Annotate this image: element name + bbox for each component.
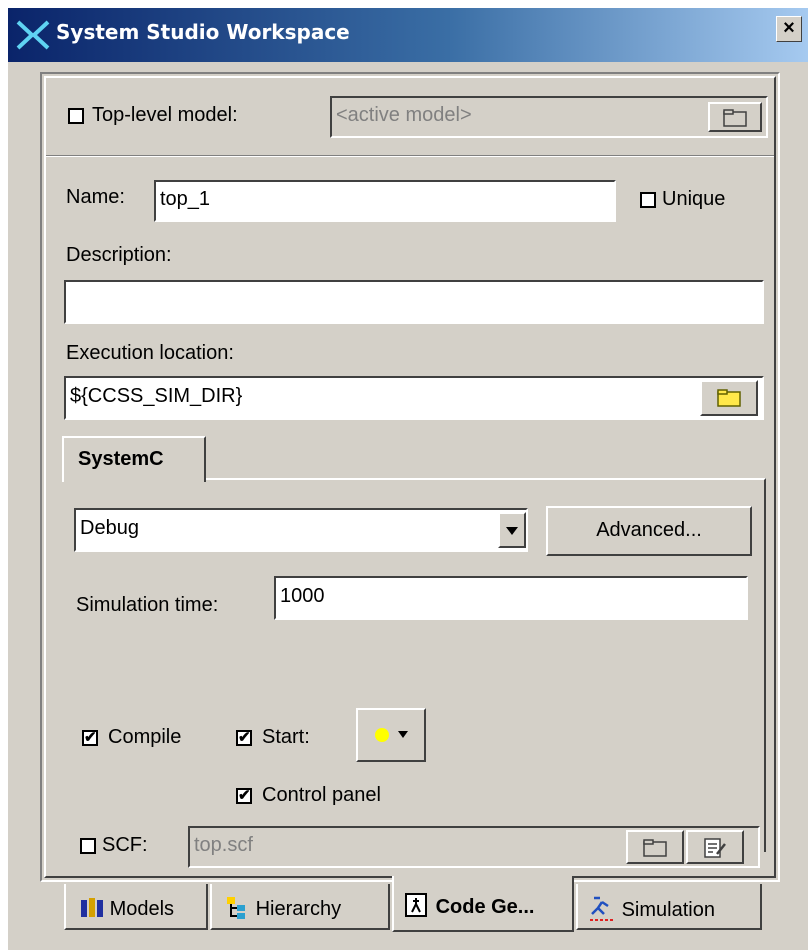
browse-model-button[interactable] [708, 102, 762, 132]
top-level-model-label: Top-level model: [92, 104, 238, 126]
start-checkbox[interactable]: ✔ [236, 730, 252, 746]
tab-models-label: Models [109, 898, 175, 920]
advanced-label: Advanced... [596, 519, 702, 541]
start-label: Start: [262, 726, 310, 748]
browse-location-button[interactable] [700, 380, 758, 416]
hierarchy-icon [227, 897, 245, 919]
execution-location-input[interactable]: ${CCSS_SIM_DIR} [64, 376, 764, 420]
simulation-time-value: 1000 [280, 585, 325, 607]
name-label: Name: [66, 186, 125, 208]
scf-edit-button[interactable] [686, 830, 744, 864]
unique-label: Unique [662, 188, 726, 210]
build-config-select[interactable]: Debug [74, 508, 528, 552]
app-logo-icon [16, 20, 50, 50]
scf-checkbox[interactable] [80, 838, 96, 854]
close-button[interactable]: × [776, 16, 802, 42]
tab-code-gen[interactable]: Code Ge... [392, 876, 574, 932]
top-level-model-placeholder: <active model> [336, 104, 472, 126]
top-level-model-field: <active model> [330, 96, 768, 138]
folder-icon [643, 839, 667, 857]
tab-systemc-label: SystemC [78, 448, 164, 470]
scf-label: SCF: [102, 834, 148, 856]
tab-systemc[interactable]: SystemC [62, 436, 206, 482]
build-config-dropdown-button[interactable] [498, 512, 526, 548]
simulation-icon [590, 896, 614, 921]
models-icon [81, 898, 103, 917]
compile-label: Compile [108, 726, 182, 748]
start-mode-button[interactable] [356, 708, 426, 762]
simulation-time-label: Simulation time: [76, 594, 219, 616]
status-light-icon [375, 728, 408, 742]
control-panel-checkbox[interactable]: ✔ [236, 788, 252, 804]
tab-simulation[interactable]: Simulation [576, 884, 762, 930]
description-label: Description: [66, 244, 172, 266]
chevron-down-icon [506, 527, 518, 535]
folder-icon [723, 109, 747, 127]
tab-simulation-label: Simulation [621, 899, 715, 921]
execution-location-label: Execution location: [66, 342, 234, 364]
compile-checkbox[interactable]: ✔ [82, 730, 98, 746]
edit-icon [704, 838, 726, 858]
top-level-model-checkbox[interactable] [68, 108, 84, 124]
control-panel-label: Control panel [262, 784, 381, 806]
name-input[interactable]: top_1 [154, 180, 616, 222]
description-input[interactable] [64, 280, 764, 324]
close-icon: × [783, 17, 795, 39]
tab-code-gen-label: Code Ge... [435, 896, 535, 918]
execution-location-value: ${CCSS_SIM_DIR} [70, 385, 243, 407]
unique-checkbox[interactable] [640, 192, 656, 208]
section-divider [46, 155, 774, 157]
name-value: top_1 [160, 188, 211, 210]
window-title: System Studio Workspace [56, 20, 350, 44]
tab-hierarchy-label: Hierarchy [255, 898, 342, 920]
folder-open-icon [717, 389, 741, 407]
scf-browse-button[interactable] [626, 830, 684, 864]
code-gen-icon [405, 893, 427, 917]
tab-hierarchy[interactable]: Hierarchy [210, 884, 390, 930]
build-config-value: Debug [80, 517, 139, 539]
advanced-button[interactable]: Advanced... [546, 506, 752, 556]
scf-value: top.scf [194, 834, 253, 856]
tab-models[interactable]: Models [64, 884, 208, 930]
simulation-time-input[interactable]: 1000 [274, 576, 748, 620]
